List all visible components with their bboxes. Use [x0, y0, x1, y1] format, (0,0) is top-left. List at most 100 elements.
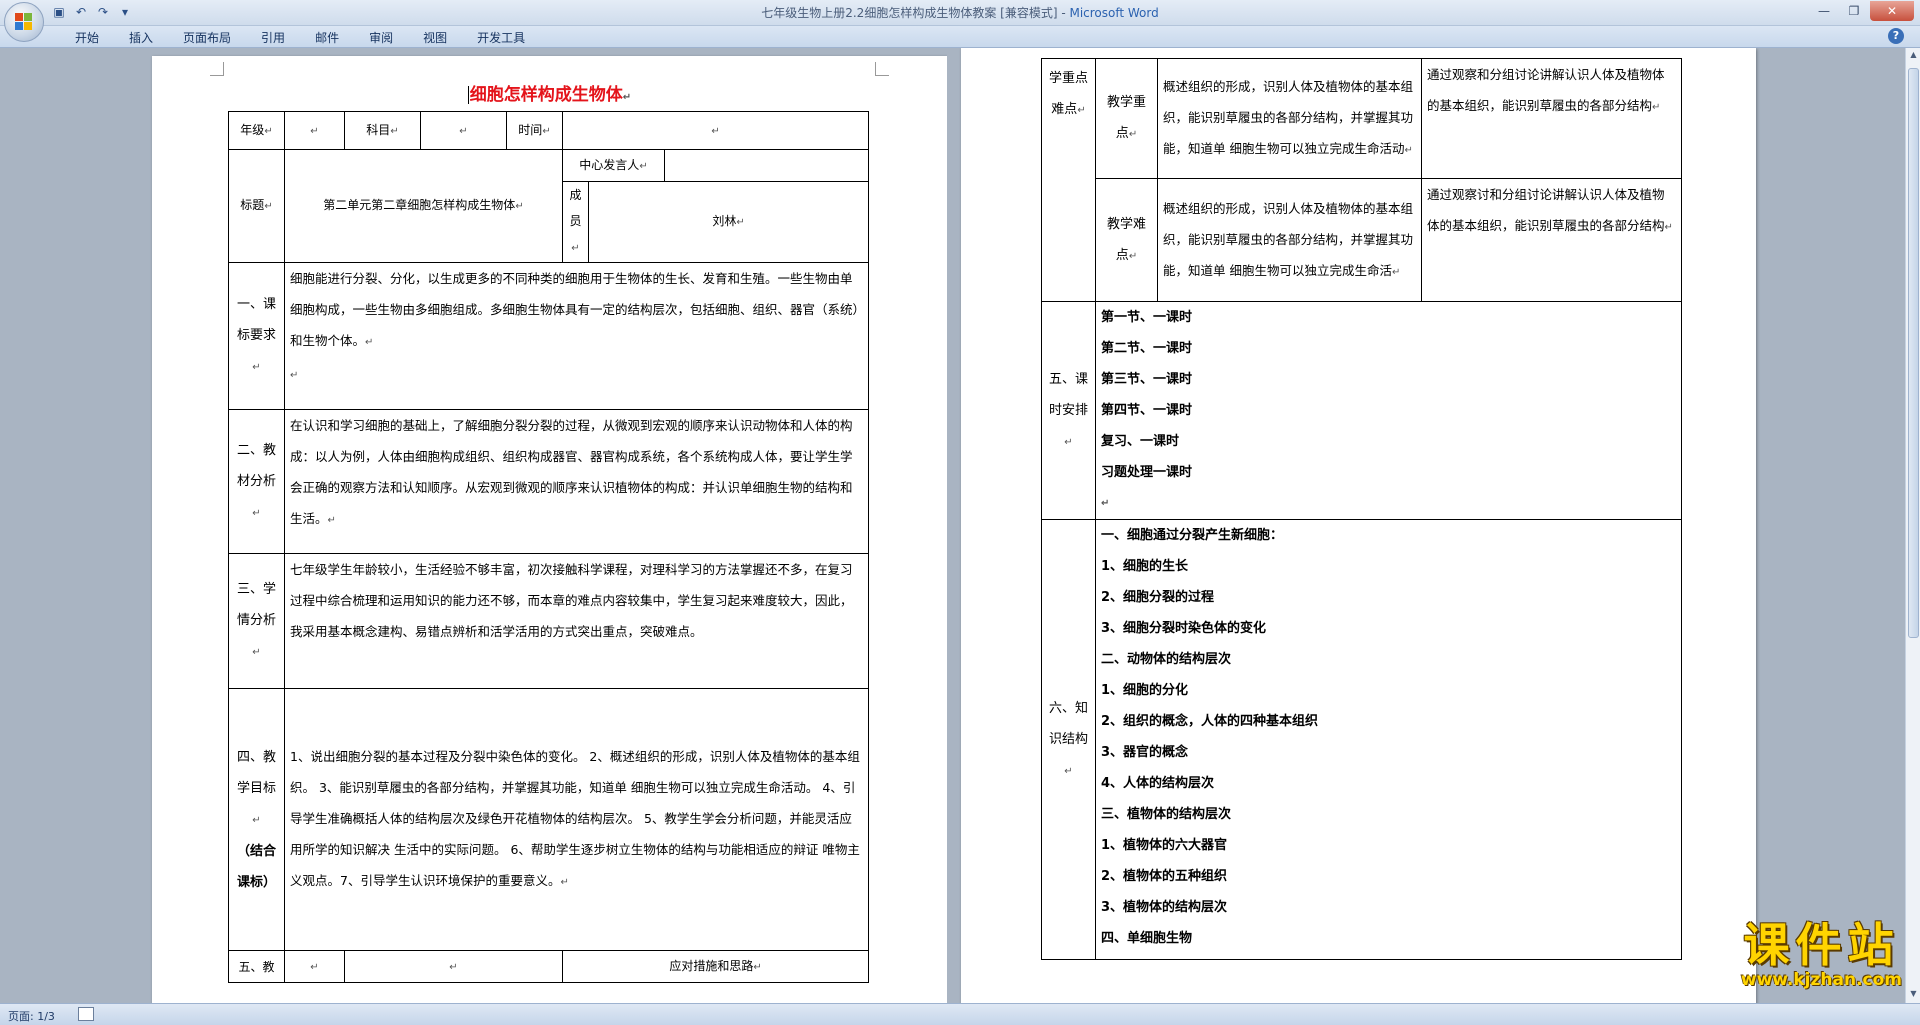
- ribbon-tab[interactable]: 引用: [246, 29, 300, 47]
- table-row: 五、课时安排↵ 第一节、一课时 第二节、一课时 第三节、一课时 第四节、一课时 复习、一…: [1041, 301, 1682, 520]
- ribbon-tab[interactable]: 开发工具: [462, 29, 540, 47]
- minimize-icon[interactable]: —: [1810, 1, 1838, 21]
- list-item: 3、植物体的结构层次: [1101, 900, 1228, 915]
- watermark-url: www.kjzhan.com: [1740, 970, 1902, 990]
- list-item: 三、植物体的结构层次: [1101, 807, 1232, 822]
- scroll-up-icon[interactable]: ▲: [1908, 50, 1919, 62]
- ribbon-tab[interactable]: 插入: [114, 29, 168, 47]
- difficulty-measure[interactable]: 通过观察讨和分组讨论讲解认识人体及植物体的基本组织，能识别草履虫的各部分结构↵: [1421, 178, 1682, 302]
- document-title: 七年级生物上册2.2细胞怎样构成生物体教案 [兼容模式] -: [761, 6, 1070, 20]
- scrollbar-thumb[interactable]: [1908, 68, 1919, 638]
- member-label: 成员↵: [562, 181, 589, 263]
- status-bar: 页面: 1/3: [0, 1003, 1920, 1025]
- topic-value[interactable]: 第二单元第二章细胞怎样构成生物体↵: [284, 149, 563, 263]
- list-item: 第二节、一课时: [1101, 341, 1193, 356]
- list-item: 四、单细胞生物: [1101, 931, 1193, 946]
- difficulty-content[interactable]: 概述组织的形成，识别人体及植物体的基本组织，能识别草履虫的各部分结构，并掌握其功…: [1157, 178, 1422, 302]
- lesson-plan-table-continued: 学重点难点↵ 教学重点↵ 概述组织的形成，识别人体及植物体的基本组织，能识别草履…: [1041, 58, 1682, 960]
- ribbon-tab[interactable]: 开始: [60, 29, 114, 47]
- list-item: 3、器官的概念: [1101, 745, 1189, 760]
- list-item: 二、动物体的结构层次: [1101, 652, 1232, 667]
- focus-content[interactable]: 概述组织的形成，识别人体及植物体的基本组织，能识别草履虫的各部分结构，并掌握其功…: [1157, 58, 1422, 179]
- list-item: 复习、一课时: [1101, 434, 1180, 449]
- section-label-students: 三、学情分析↵: [228, 553, 285, 689]
- grade-label: 年级↵: [228, 111, 285, 150]
- office-logo-icon: [15, 13, 33, 31]
- focus-label: 教学重点↵: [1095, 58, 1158, 179]
- list-item: 2、植物体的五种组织: [1101, 869, 1228, 884]
- section-label-standards: 一、课标要求↵: [228, 262, 285, 410]
- watermark-text: 课件站: [1743, 918, 1900, 972]
- list-item: 1、细胞的分化: [1101, 683, 1189, 698]
- list-item: 4、人体的结构层次: [1101, 776, 1215, 791]
- table-row: 二、教材分析↵ 在认识和学习细胞的基础上，了解细胞分裂分裂的过程，从微观到宏观的…: [228, 409, 870, 554]
- bottom-cell-2[interactable]: ↵: [344, 950, 563, 983]
- grade-value[interactable]: ↵: [284, 111, 345, 150]
- document-workspace[interactable]: 细胞怎样构成生物体↵ 年级↵ ↵ 科目↵ ↵ 时间↵ ↵ 标题↵ 第二单元第二章…: [0, 48, 1905, 1003]
- table-row: 四、教学目标↵ （结合课标） 1、说出细胞分裂的基本过程及分裂中染色体的变化。 2…: [228, 688, 870, 951]
- text-cursor: [467, 86, 469, 104]
- app-name: Microsoft Word: [1069, 6, 1159, 20]
- close-icon[interactable]: ✕: [1870, 1, 1914, 21]
- schedule-label: 五、课时安排↵: [1041, 301, 1096, 520]
- list-item: 1、细胞的生长: [1101, 559, 1189, 574]
- title-bar: ▣ ↶ ↷ ▾ 七年级生物上册2.2细胞怎样构成生物体教案 [兼容模式] - M…: [0, 0, 1920, 26]
- list-item: 3、细胞分裂时染色体的变化: [1101, 621, 1267, 636]
- key-points-label: 学重点难点↵: [1041, 58, 1096, 302]
- ribbon-tab[interactable]: 邮件: [300, 29, 354, 47]
- document-heading: 细胞怎样构成生物体↵: [467, 85, 632, 105]
- schedule-list[interactable]: 第一节、一课时 第二节、一课时 第三节、一课时 第四节、一课时 复习、一课时 习题处理一课…: [1095, 301, 1682, 520]
- table-row: 学重点难点↵ 教学重点↵ 概述组织的形成，识别人体及植物体的基本组织，能识别草履…: [1041, 58, 1682, 302]
- office-button[interactable]: [4, 2, 44, 42]
- difficulty-label: 教学难点↵: [1095, 178, 1158, 302]
- scroll-down-icon[interactable]: ▼: [1908, 989, 1919, 1001]
- list-item: 2、细胞分裂的过程: [1101, 590, 1215, 605]
- section-text-standards[interactable]: 细胞能进行分裂、分化，以生成更多的不同种类的细胞用于生物体的生长、发育和生殖。一…: [283, 262, 870, 410]
- page-gap: [947, 48, 961, 1003]
- section-label-objectives: 四、教学目标↵ （结合课标）: [228, 688, 285, 951]
- table-row: 标题↵ 第二单元第二章细胞怎样构成生物体↵ 中心发言人↵: [228, 149, 870, 263]
- subject-value[interactable]: ↵: [420, 111, 507, 150]
- lesson-plan-table: 年级↵ ↵ 科目↵ ↵ 时间↵ ↵ 标题↵ 第二单元第二章细胞怎样构成生物体↵ …: [228, 111, 870, 983]
- ribbon-tab[interactable]: 审阅: [354, 29, 408, 47]
- section-text-students[interactable]: 七年级学生年龄较小，生活经验不够丰富，初次接触科学课程，对理科学习的方法掌握还不…: [283, 553, 870, 689]
- list-item: 1、植物体的六大器官: [1101, 838, 1228, 853]
- crop-mark: [210, 62, 224, 76]
- page-2: 学重点难点↵ 教学重点↵ 概述组织的形成，识别人体及植物体的基本组织，能识别草履…: [961, 48, 1756, 1003]
- table-row: 三、学情分析↵ 七年级学生年龄较小，生活经验不够丰富，初次接触科学课程，对理科学…: [228, 553, 870, 689]
- window-controls: — ❐ ✕: [1810, 1, 1914, 21]
- crop-mark: [875, 62, 889, 76]
- help-icon[interactable]: ?: [1888, 28, 1904, 44]
- ribbon-tab[interactable]: 页面布局: [168, 29, 246, 47]
- section-text-material[interactable]: 在认识和学习细胞的基础上，了解细胞分裂分裂的过程，从微观到宏观的顺序来认识动物体…: [283, 409, 870, 554]
- time-value[interactable]: ↵: [561, 111, 870, 150]
- focus-measure[interactable]: 通过观察和分组讨论讲解认识人体及植物体的基本组织，能识别草履虫的各部分结构↵: [1421, 58, 1682, 179]
- list-item: 一、细胞通过分裂产生新细胞：: [1101, 528, 1284, 543]
- speaker-value[interactable]: [663, 149, 870, 182]
- page-indicator[interactable]: 页面: 1/3: [8, 1008, 55, 1024]
- list-item: 第一节、一课时: [1101, 310, 1193, 325]
- bottom-cell-1[interactable]: ↵: [284, 950, 345, 983]
- section-text-objectives[interactable]: 1、说出细胞分裂的基本过程及分裂中染色体的变化。 2、概述组织的形成，识别人体及…: [283, 688, 870, 951]
- subject-label: 科目↵: [344, 111, 421, 150]
- member-value[interactable]: 刘林↵: [587, 181, 870, 263]
- ribbon-tabs: 开始 插入 页面布局 引用 邮件 审阅 视图 开发工具: [60, 29, 540, 47]
- ribbon-tabs-bar: 开始 插入 页面布局 引用 邮件 审阅 视图 开发工具 ?: [0, 26, 1920, 48]
- knowledge-list[interactable]: 一、细胞通过分裂产生新细胞： 1、细胞的生长 2、细胞分裂的过程 3、细胞分裂时染色体…: [1095, 519, 1682, 960]
- list-item: 习题处理一课时: [1101, 465, 1193, 480]
- list-item: 第三节、一课时: [1101, 372, 1193, 387]
- list-item: 第四节、一课时: [1101, 403, 1193, 418]
- section-label-bottom: 五、教: [228, 950, 285, 983]
- document-heading-text: 细胞怎样构成生物体: [469, 85, 623, 105]
- vertical-scrollbar[interactable]: ▲ ▼: [1905, 48, 1920, 1003]
- ribbon-tab[interactable]: 视图: [408, 29, 462, 47]
- window-title: 七年级生物上册2.2细胞怎样构成生物体教案 [兼容模式] - Microsoft…: [0, 4, 1920, 21]
- restore-icon[interactable]: ❐: [1840, 1, 1868, 21]
- proofing-icon[interactable]: [78, 1007, 94, 1021]
- table-row: 五、教 ↵ ↵ 应对措施和思路↵: [228, 950, 870, 983]
- speaker-label: 中心发言人↵: [562, 149, 665, 182]
- topic-label: 标题↵: [228, 149, 285, 263]
- table-row: 六、知识结构↵ 一、细胞通过分裂产生新细胞： 1、细胞的生长 2、细胞分裂的过程 3、…: [1041, 519, 1682, 960]
- watermark: 课件站 www.kjzhan.com: [1741, 920, 1902, 990]
- table-row: 一、课标要求↵ 细胞能进行分裂、分化，以生成更多的不同种类的细胞用于生物体的生长…: [228, 262, 870, 410]
